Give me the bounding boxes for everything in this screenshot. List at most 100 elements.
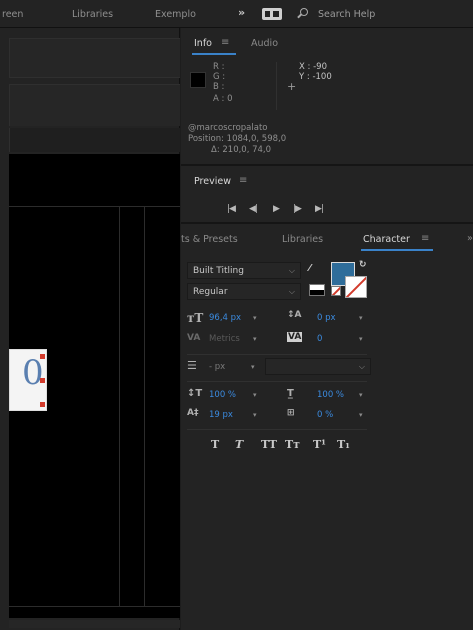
panel-separator — [181, 164, 473, 166]
crosshair-icon: + — [287, 80, 297, 93]
baseline-shift-value[interactable]: 19 px — [209, 410, 233, 420]
bounding-handle[interactable] — [40, 402, 45, 407]
font-style-select[interactable]: Regular ⌵ — [187, 283, 301, 300]
bounding-handle[interactable] — [40, 354, 45, 359]
baseline-shift-icon: A‡ — [187, 408, 199, 418]
play-button[interactable]: ▶ — [273, 204, 280, 214]
default-colors-swatch[interactable] — [309, 284, 325, 296]
text-layer-glyph: 0 — [22, 353, 44, 393]
info-g: G : — [213, 72, 226, 82]
no-stroke-slash — [346, 277, 366, 297]
composition-viewer[interactable]: 0 — [9, 154, 180, 618]
tsume-value[interactable]: 0 % — [317, 410, 333, 420]
info-x: X : -90 — [299, 62, 327, 72]
composition-ruler — [9, 128, 180, 152]
composition-toolbar — [9, 84, 180, 126]
horizontal-scale-icon: T̲ — [287, 388, 294, 399]
chevron-down-icon[interactable]: ▾ — [253, 391, 257, 399]
tab-libraries[interactable]: Libraries — [282, 234, 323, 245]
stroke-width-value[interactable]: - px — [209, 362, 225, 372]
tab-info-underline — [192, 53, 236, 55]
chevron-down-icon[interactable]: ▾ — [253, 335, 257, 343]
composition-header — [9, 38, 180, 78]
small-caps-button[interactable]: Tт — [285, 438, 300, 451]
stroke-color-swatch[interactable] — [345, 276, 367, 298]
kerning-icon: VA — [187, 333, 201, 343]
stroke-width-icon: ☰ — [187, 359, 197, 372]
font-size-value[interactable]: 96,4 px — [209, 313, 241, 323]
composition-panel: 0 — [0, 28, 180, 630]
guide-line — [119, 206, 120, 606]
info-y: Y : -100 — [299, 72, 332, 82]
right-panel: Info ≡ Audio R : G : B : A : 0 + X : -90… — [181, 28, 473, 630]
tracking-value[interactable]: 0 — [317, 334, 322, 344]
vertical-scale-icon: ↕T — [187, 388, 203, 399]
chevron-down-icon: ⌵ — [288, 287, 295, 296]
superscript-button[interactable]: T¹ — [313, 438, 326, 451]
font-size-icon: ᴛT — [187, 311, 204, 325]
font-style-value: Regular — [193, 287, 228, 297]
tracking-icon: VA — [287, 332, 303, 342]
character-panel-empty — [181, 458, 473, 630]
last-frame-button[interactable]: ▶| — [315, 204, 324, 214]
chevron-down-icon: ⌵ — [288, 266, 295, 275]
font-family-value: Built Titling — [193, 266, 244, 276]
composition-footer — [9, 620, 180, 628]
info-menu-icon[interactable]: ≡ — [221, 37, 229, 48]
info-b: B : — [213, 82, 225, 92]
guide-line — [144, 206, 145, 606]
no-fill-swatch[interactable] — [331, 286, 341, 296]
all-caps-button[interactable]: TT — [261, 438, 277, 451]
info-color-swatch — [190, 72, 206, 88]
kerning-value[interactable]: Metrics — [209, 334, 240, 344]
menu-item-exemplo[interactable]: Exemplo — [155, 9, 196, 20]
faux-bold-button[interactable]: T — [211, 438, 219, 451]
chevron-down-icon[interactable]: ▾ — [253, 314, 257, 322]
chevron-down-icon[interactable]: ▾ — [359, 391, 363, 399]
horizontal-scale-value[interactable]: 100 % — [317, 390, 344, 400]
workspace-layout-icon[interactable] — [262, 8, 282, 20]
font-family-select[interactable]: Built Titling ⌵ — [187, 262, 301, 279]
workspace-overflow-button[interactable]: » — [238, 6, 245, 19]
guide-line — [9, 206, 180, 207]
faux-italic-button[interactable]: T — [235, 438, 243, 451]
search-help-input[interactable]: Search Help — [318, 9, 375, 20]
swap-colors-icon[interactable]: ↻ — [359, 260, 367, 270]
info-position: Position: 1084,0, 598,0 — [188, 134, 287, 144]
tsume-icon: ⊞ — [287, 408, 295, 418]
preview-title[interactable]: Preview — [194, 176, 231, 187]
default-colors-black — [310, 290, 324, 295]
character-menu-icon[interactable]: ≡ — [421, 233, 429, 244]
section-divider — [187, 381, 367, 382]
panel-separator — [181, 222, 473, 224]
subscript-button[interactable]: T₁ — [337, 438, 350, 451]
info-divider — [276, 62, 277, 110]
tab-audio[interactable]: Audio — [251, 38, 278, 49]
tab-info[interactable]: Info — [194, 38, 212, 49]
menu-item-libraries[interactable]: Libraries — [72, 9, 113, 20]
menu-item-workspace[interactable]: reen — [2, 9, 23, 20]
panel-overflow-button[interactable]: » — [467, 233, 473, 244]
stroke-style-select[interactable]: ⌵ — [265, 358, 371, 375]
eyedropper-icon[interactable]: ⁄ — [309, 263, 311, 274]
chevron-down-icon[interactable]: ▾ — [359, 335, 363, 343]
leading-value[interactable]: 0 px — [317, 313, 336, 323]
chevron-down-icon[interactable]: ▾ — [251, 363, 255, 371]
first-frame-button[interactable]: |◀ — [227, 204, 236, 214]
preview-menu-icon[interactable]: ≡ — [239, 175, 247, 186]
leading-icon: ↕A — [287, 310, 302, 320]
chevron-down-icon[interactable]: ▾ — [253, 411, 257, 419]
info-layer-name: @marcoscropalato — [188, 123, 268, 133]
tab-character[interactable]: Character — [363, 234, 410, 245]
info-a: A : 0 — [213, 94, 233, 104]
menu-bar: reen Libraries Exemplo » Search Help — [0, 0, 473, 28]
chevron-down-icon[interactable]: ▾ — [359, 314, 363, 322]
previous-frame-button[interactable]: ◀| — [249, 204, 258, 214]
text-layer-preview[interactable]: 0 — [9, 349, 47, 411]
tab-effects-presets[interactable]: ts & Presets — [181, 234, 238, 245]
chevron-down-icon[interactable]: ▾ — [359, 411, 363, 419]
bounding-handle[interactable] — [40, 378, 45, 383]
vertical-scale-value[interactable]: 100 % — [209, 390, 236, 400]
search-icon[interactable] — [300, 8, 308, 16]
next-frame-button[interactable]: |▶ — [293, 204, 302, 214]
